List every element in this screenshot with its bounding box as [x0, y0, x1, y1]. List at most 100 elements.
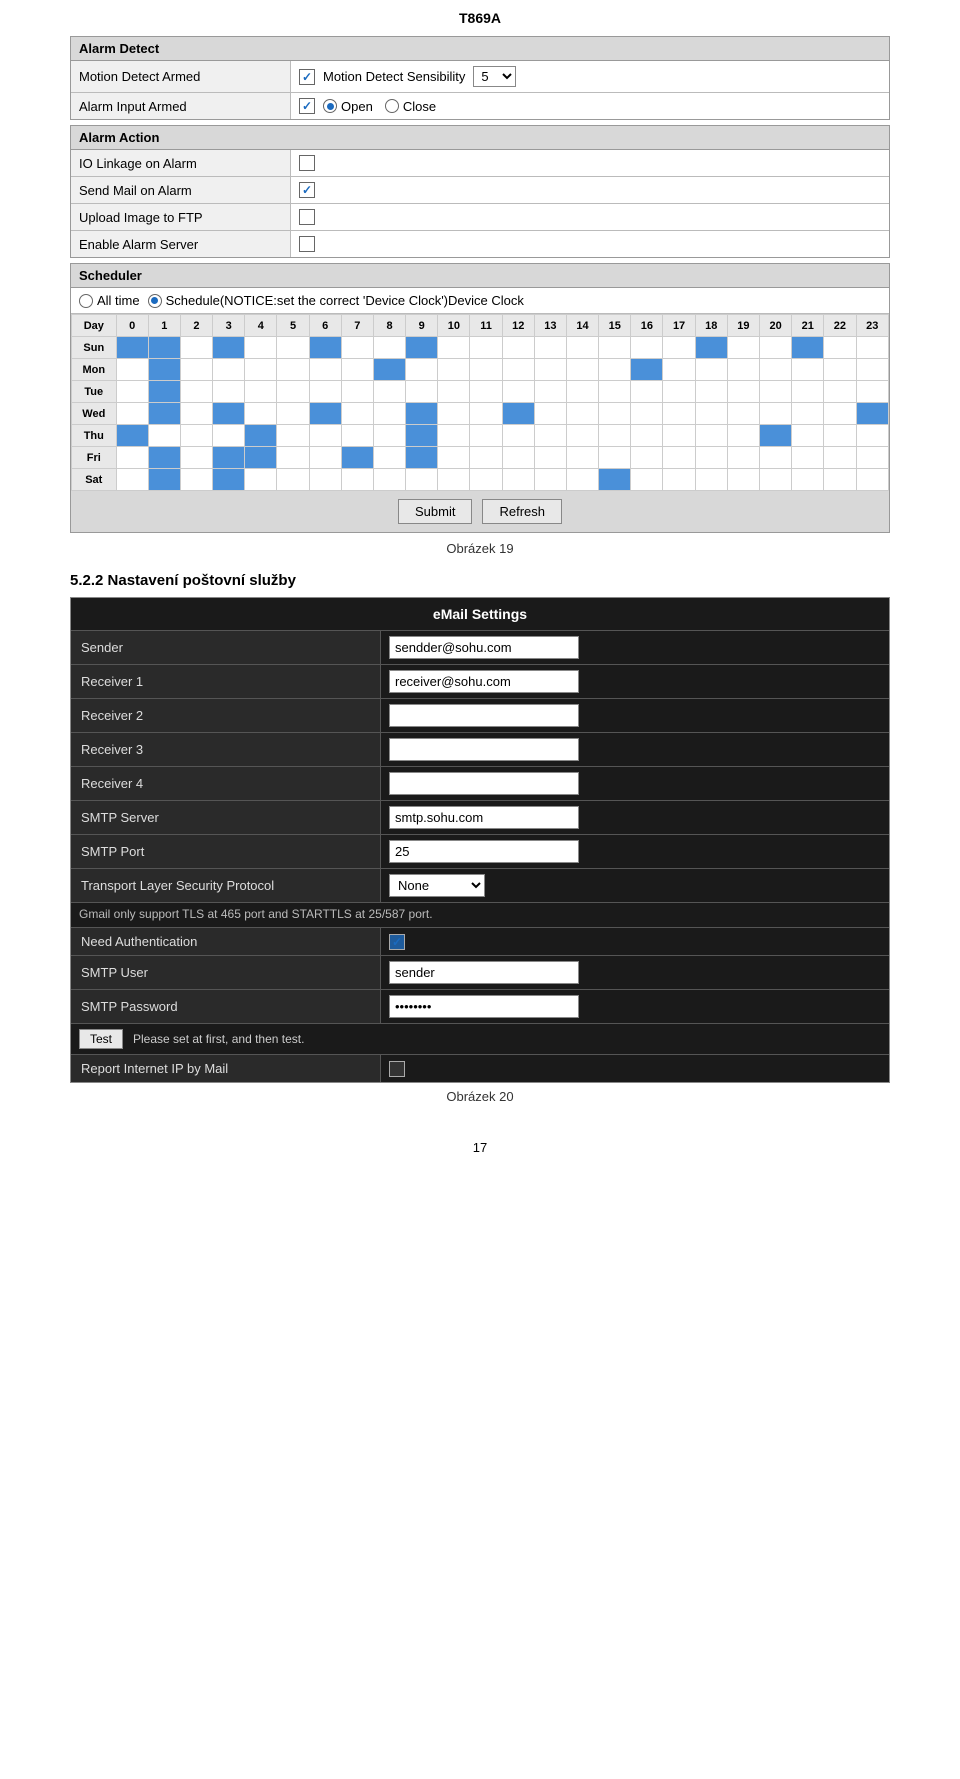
cell-sun-0[interactable] [116, 337, 148, 359]
radio-alltime-circle[interactable] [79, 294, 93, 308]
cell-fri-7[interactable] [341, 447, 373, 469]
refresh-button[interactable]: Refresh [482, 499, 562, 524]
cell-wed-2[interactable] [180, 403, 212, 425]
cell-tue-18[interactable] [695, 381, 727, 403]
cell-tue-17[interactable] [663, 381, 695, 403]
cell-wed-22[interactable] [824, 403, 856, 425]
alarm-input-checkbox[interactable] [299, 98, 315, 114]
cell-thu-18[interactable] [695, 425, 727, 447]
cell-fri-1[interactable] [148, 447, 180, 469]
cell-sun-5[interactable] [277, 337, 309, 359]
io-linkage-checkbox[interactable] [299, 155, 315, 171]
cell-wed-3[interactable] [213, 403, 245, 425]
smtp-port-input[interactable] [389, 840, 579, 863]
cell-sun-15[interactable] [599, 337, 631, 359]
cell-sat-3[interactable] [213, 469, 245, 491]
cell-thu-19[interactable] [727, 425, 759, 447]
cell-wed-18[interactable] [695, 403, 727, 425]
cell-thu-13[interactable] [534, 425, 566, 447]
cell-mon-9[interactable] [406, 359, 438, 381]
cell-sat-0[interactable] [116, 469, 148, 491]
cell-mon-11[interactable] [470, 359, 502, 381]
cell-wed-11[interactable] [470, 403, 502, 425]
cell-wed-0[interactable] [116, 403, 148, 425]
cell-mon-12[interactable] [502, 359, 534, 381]
cell-mon-20[interactable] [760, 359, 792, 381]
cell-sat-11[interactable] [470, 469, 502, 491]
cell-sun-6[interactable] [309, 337, 341, 359]
cell-sat-4[interactable] [245, 469, 277, 491]
motion-detect-checkbox[interactable] [299, 69, 315, 85]
cell-sun-18[interactable] [695, 337, 727, 359]
cell-tue-8[interactable] [373, 381, 405, 403]
cell-fri-11[interactable] [470, 447, 502, 469]
cell-sun-3[interactable] [213, 337, 245, 359]
send-mail-checkbox[interactable] [299, 182, 315, 198]
cell-tue-5[interactable] [277, 381, 309, 403]
radio-open[interactable]: Open [323, 99, 373, 114]
cell-tue-7[interactable] [341, 381, 373, 403]
cell-sun-17[interactable] [663, 337, 695, 359]
cell-sun-20[interactable] [760, 337, 792, 359]
cell-wed-12[interactable] [502, 403, 534, 425]
cell-wed-4[interactable] [245, 403, 277, 425]
cell-sat-17[interactable] [663, 469, 695, 491]
cell-sun-10[interactable] [438, 337, 470, 359]
cell-thu-5[interactable] [277, 425, 309, 447]
cell-thu-3[interactable] [213, 425, 245, 447]
cell-wed-14[interactable] [566, 403, 598, 425]
cell-mon-2[interactable] [180, 359, 212, 381]
cell-tue-15[interactable] [599, 381, 631, 403]
cell-thu-4[interactable] [245, 425, 277, 447]
cell-sun-23[interactable] [856, 337, 888, 359]
cell-tue-9[interactable] [406, 381, 438, 403]
cell-sun-22[interactable] [824, 337, 856, 359]
cell-wed-20[interactable] [760, 403, 792, 425]
cell-wed-23[interactable] [856, 403, 888, 425]
cell-sun-4[interactable] [245, 337, 277, 359]
sender-input[interactable] [389, 636, 579, 659]
cell-fri-6[interactable] [309, 447, 341, 469]
cell-wed-21[interactable] [792, 403, 824, 425]
cell-mon-14[interactable] [566, 359, 598, 381]
cell-wed-10[interactable] [438, 403, 470, 425]
smtp-user-input[interactable] [389, 961, 579, 984]
cell-fri-21[interactable] [792, 447, 824, 469]
cell-fri-18[interactable] [695, 447, 727, 469]
radio-alltime[interactable]: All time [79, 293, 140, 308]
cell-sat-5[interactable] [277, 469, 309, 491]
receiver2-input[interactable] [389, 704, 579, 727]
cell-sun-14[interactable] [566, 337, 598, 359]
radio-close[interactable]: Close [385, 99, 436, 114]
cell-thu-12[interactable] [502, 425, 534, 447]
tls-select[interactable]: None TLS STARTTLS [389, 874, 485, 897]
receiver4-input[interactable] [389, 772, 579, 795]
cell-fri-20[interactable] [760, 447, 792, 469]
cell-sun-19[interactable] [727, 337, 759, 359]
cell-sat-2[interactable] [180, 469, 212, 491]
cell-mon-5[interactable] [277, 359, 309, 381]
cell-wed-16[interactable] [631, 403, 663, 425]
cell-tue-4[interactable] [245, 381, 277, 403]
cell-tue-16[interactable] [631, 381, 663, 403]
cell-thu-16[interactable] [631, 425, 663, 447]
cell-mon-7[interactable] [341, 359, 373, 381]
cell-thu-11[interactable] [470, 425, 502, 447]
need-auth-checkbox[interactable] [389, 934, 405, 950]
cell-sat-20[interactable] [760, 469, 792, 491]
radio-close-circle[interactable] [385, 99, 399, 113]
cell-sun-8[interactable] [373, 337, 405, 359]
cell-fri-16[interactable] [631, 447, 663, 469]
radio-open-circle[interactable] [323, 99, 337, 113]
cell-tue-21[interactable] [792, 381, 824, 403]
cell-sun-21[interactable] [792, 337, 824, 359]
cell-wed-6[interactable] [309, 403, 341, 425]
enable-alarm-server-checkbox[interactable] [299, 236, 315, 252]
cell-sat-15[interactable] [599, 469, 631, 491]
radio-schedule-circle[interactable] [148, 294, 162, 308]
cell-fri-8[interactable] [373, 447, 405, 469]
cell-fri-2[interactable] [180, 447, 212, 469]
cell-mon-3[interactable] [213, 359, 245, 381]
cell-tue-0[interactable] [116, 381, 148, 403]
submit-button[interactable]: Submit [398, 499, 472, 524]
